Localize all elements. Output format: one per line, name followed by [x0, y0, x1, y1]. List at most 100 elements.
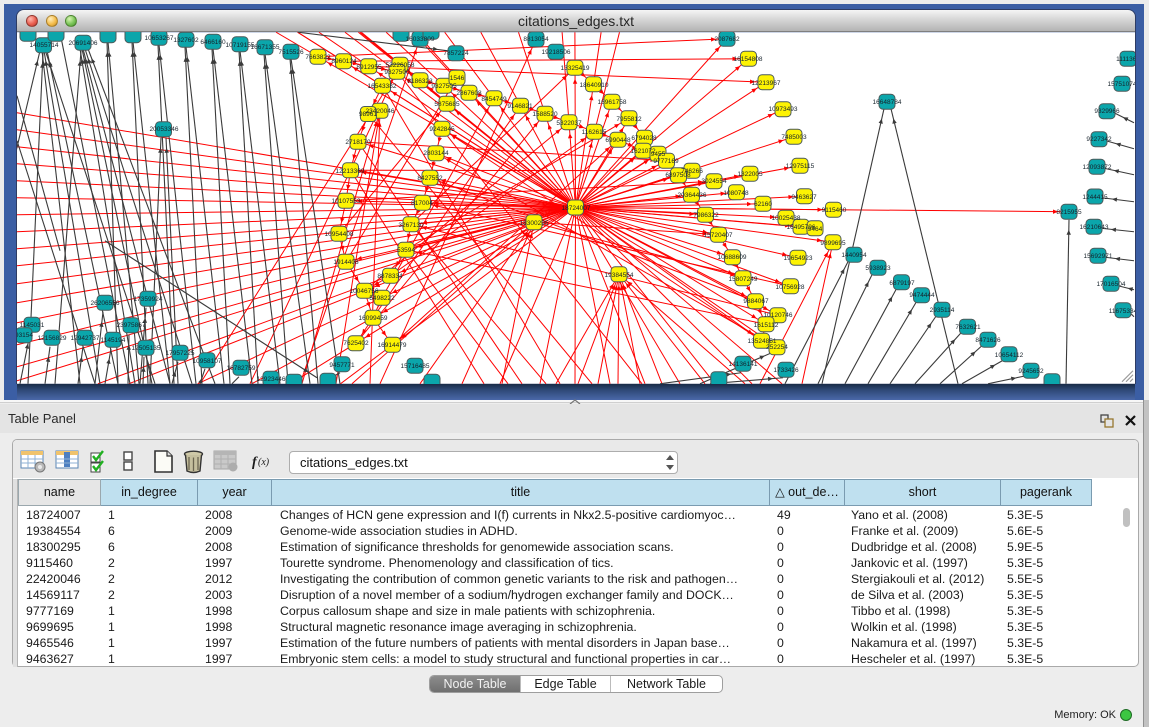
svg-text:7515526: 7515526 — [278, 48, 304, 55]
svg-text:8960124: 8960124 — [331, 57, 357, 64]
svg-text:19654923: 19654923 — [784, 254, 813, 261]
svg-text:15716485: 15716485 — [401, 362, 430, 369]
svg-text:8215955: 8215955 — [1056, 208, 1082, 215]
svg-text:2867608: 2867608 — [456, 89, 482, 96]
svg-text:1111364: 1111364 — [1116, 55, 1135, 62]
svg-text:8912955: 8912955 — [356, 63, 382, 70]
svg-text:9464: 9464 — [808, 225, 823, 232]
svg-text:1615112: 1615112 — [754, 321, 779, 328]
svg-text:6466160: 6466160 — [200, 38, 226, 45]
svg-text:10958107: 10958107 — [193, 357, 222, 364]
svg-text:15807249: 15807249 — [729, 275, 758, 282]
svg-text:18300295: 18300295 — [520, 219, 549, 226]
svg-text:10756928: 10756928 — [776, 283, 805, 290]
svg-text:18640910: 18640910 — [580, 81, 609, 88]
svg-text:26206556: 26206556 — [91, 299, 120, 306]
svg-text:20053346: 20053346 — [150, 125, 179, 132]
svg-text:1914408: 1914408 — [333, 258, 359, 265]
svg-text:7986322: 7986322 — [693, 211, 719, 218]
svg-text:14136141: 14136141 — [729, 360, 758, 367]
svg-text:12156829: 12156829 — [38, 334, 67, 341]
svg-text:9777169: 9777169 — [653, 157, 679, 164]
svg-text:9329966: 9329966 — [1094, 107, 1120, 114]
svg-text:817004: 817004 — [411, 199, 433, 206]
svg-text:12213369: 12213369 — [336, 167, 365, 174]
svg-text:6794028: 6794028 — [631, 134, 657, 141]
svg-text:16099459: 16099459 — [359, 314, 388, 321]
svg-text:16033809: 16033809 — [406, 35, 435, 42]
svg-text:10025438: 10025438 — [772, 214, 801, 221]
svg-text:9327505: 9327505 — [431, 82, 457, 89]
svg-text:53594: 53594 — [397, 246, 415, 253]
svg-text:8427552: 8427552 — [417, 174, 443, 181]
svg-text:1162615: 1162615 — [582, 128, 607, 135]
svg-text:19218506: 19218506 — [542, 48, 571, 55]
svg-text:10688609: 10688609 — [718, 253, 747, 260]
svg-text:1322005: 1322005 — [737, 170, 763, 177]
svg-text:9146821: 9146821 — [507, 102, 533, 109]
svg-text:5322037: 5322037 — [556, 119, 582, 126]
svg-text:18724007: 18724007 — [562, 204, 591, 211]
svg-text:62160: 62160 — [754, 200, 772, 207]
svg-text:1733426: 1733426 — [773, 366, 799, 373]
svg-text:16154808: 16154808 — [734, 55, 763, 62]
svg-text:(x): (x) — [258, 457, 270, 468]
svg-text:11675334: 11675334 — [1109, 307, 1135, 314]
svg-text:9899695: 9899695 — [820, 239, 846, 246]
svg-text:7632621: 7632621 — [955, 323, 981, 330]
svg-text:5498222: 5498222 — [369, 294, 395, 301]
svg-text:23975867: 23975867 — [117, 321, 146, 328]
svg-text:12093872: 12093872 — [1083, 163, 1112, 170]
svg-text:9327500: 9327500 — [384, 68, 410, 75]
svg-text:9457771: 9457771 — [329, 361, 355, 368]
svg-text:9884067: 9884067 — [743, 297, 769, 304]
svg-text:9242845: 9242845 — [429, 125, 455, 132]
svg-text:10654112: 10654112 — [995, 351, 1024, 358]
svg-text:1546: 1546 — [450, 74, 465, 81]
svg-text:10120746: 10120746 — [764, 311, 793, 318]
svg-text:5938923: 5938923 — [865, 264, 891, 271]
svg-text:5875685: 5875685 — [434, 100, 460, 107]
svg-text:15720407: 15720407 — [704, 231, 733, 238]
svg-text:93154: 93154 — [17, 331, 33, 338]
svg-text:1145194: 1145194 — [101, 336, 126, 343]
svg-text:1080748: 1080748 — [723, 189, 749, 196]
svg-text:16914479: 16914479 — [378, 341, 407, 348]
svg-text:7955812: 7955812 — [616, 115, 642, 122]
svg-text:7663822: 7663822 — [305, 53, 331, 60]
svg-text:2087682: 2087682 — [714, 35, 740, 42]
svg-text:3267130: 3267130 — [398, 221, 424, 228]
svg-text:8471626: 8471626 — [975, 336, 1001, 343]
svg-text:10107553: 10107553 — [332, 197, 361, 204]
svg-text:15692971: 15692971 — [1084, 252, 1113, 259]
svg-text:53226058: 53226058 — [386, 61, 415, 68]
svg-text:10973493: 10973493 — [769, 105, 798, 112]
svg-text:12213967: 12213967 — [752, 79, 781, 86]
svg-text:1244415: 1244415 — [1082, 193, 1108, 200]
svg-text:16671355: 16671355 — [251, 43, 280, 50]
svg-text:1440954: 1440954 — [841, 251, 867, 258]
svg-text:15751074: 15751074 — [1108, 80, 1135, 87]
svg-text:2718170: 2718170 — [345, 138, 371, 145]
svg-text:17016504: 17016504 — [1097, 280, 1126, 287]
svg-text:10046756: 10046756 — [350, 287, 379, 294]
svg-text:6897508: 6897508 — [665, 171, 691, 178]
svg-text:10653267: 10653267 — [145, 34, 174, 41]
svg-text:6990448: 6990448 — [605, 136, 631, 143]
svg-text:12975115: 12975115 — [786, 162, 815, 169]
svg-text:6879197: 6879197 — [889, 279, 915, 286]
svg-text:17957225: 17957225 — [166, 349, 195, 356]
svg-text:12923446: 12923446 — [257, 375, 286, 382]
svg-text:16543382: 16543382 — [368, 82, 397, 89]
svg-text:252254: 252254 — [766, 343, 788, 350]
svg-text:2935114: 2935114 — [930, 306, 955, 313]
svg-text:1588520: 1588520 — [532, 110, 558, 117]
svg-text:9115460: 9115460 — [822, 206, 847, 213]
svg-text:13325419: 13325419 — [561, 64, 590, 71]
svg-text:12505135: 12505135 — [132, 344, 161, 351]
svg-text:1145031: 1145031 — [20, 321, 45, 328]
svg-text:12942737: 12942737 — [71, 334, 100, 341]
svg-text:8878334: 8878334 — [377, 272, 403, 279]
svg-text:19384554: 19384554 — [605, 271, 634, 278]
svg-text:9474444: 9474444 — [909, 291, 935, 298]
